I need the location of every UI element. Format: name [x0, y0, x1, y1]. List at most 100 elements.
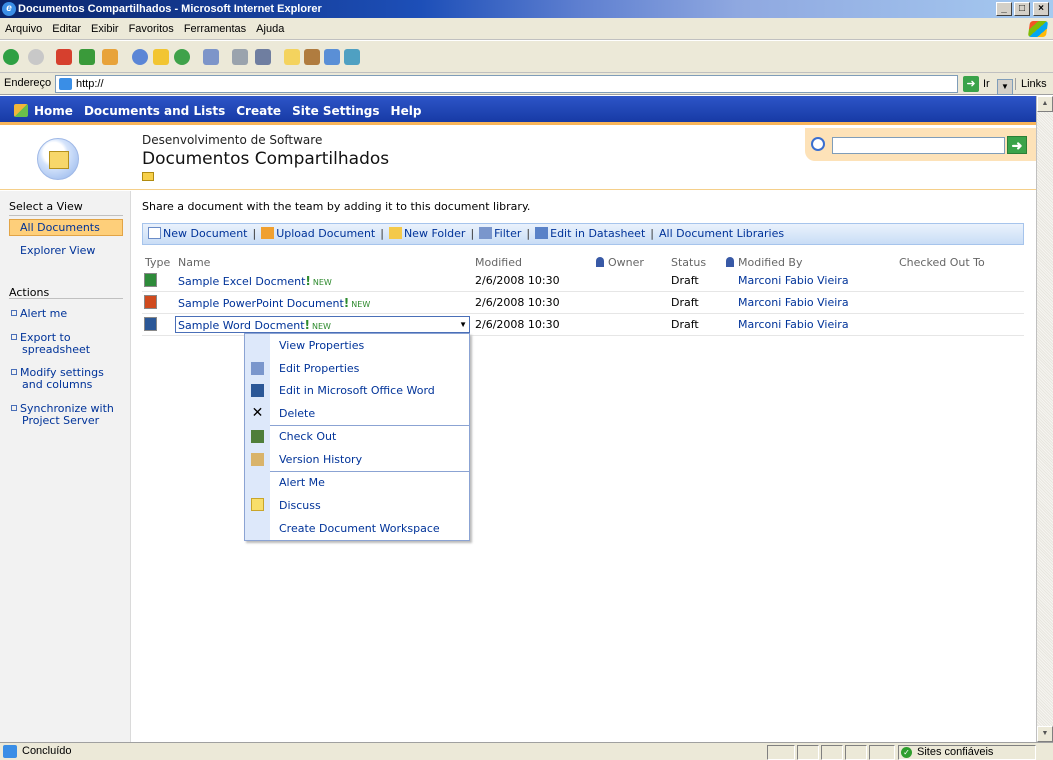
nav-home[interactable]: Home	[34, 104, 73, 118]
modified-by-link[interactable]: Marconi Fabio Vieira	[738, 296, 849, 309]
new-badge: NEW	[351, 300, 371, 309]
search-go-button[interactable]: ➜	[1007, 136, 1027, 154]
status-text: Concluído	[22, 745, 72, 757]
new-badge-icon: !	[343, 296, 350, 310]
menu-edit-in-word[interactable]: Edit in Microsoft Office Word	[279, 384, 435, 397]
column-type[interactable]: Type	[145, 256, 170, 269]
filter-label: Filter	[494, 227, 522, 240]
menu-favoritos[interactable]: Favoritos	[124, 18, 179, 40]
column-checked-out-to[interactable]: Checked Out To	[899, 256, 985, 269]
edit-icon[interactable]	[255, 49, 271, 65]
column-owner-label: Owner	[608, 256, 644, 269]
menu-check-out[interactable]: Check Out	[279, 430, 336, 443]
new-badge: NEW	[312, 278, 332, 287]
menu-view-properties[interactable]: View Properties	[279, 339, 364, 352]
column-status[interactable]: Status	[671, 256, 706, 269]
column-modified[interactable]: Modified	[475, 256, 522, 269]
site-logo-icon	[37, 138, 79, 180]
folder-icon[interactable]	[142, 172, 154, 181]
document-name-link[interactable]: Sample PowerPoint Document! NEW	[178, 296, 370, 310]
windows-logo-icon	[1027, 21, 1049, 37]
menu-ajuda[interactable]: Ajuda	[251, 18, 289, 40]
upload-icon	[261, 227, 275, 239]
status-value: Draft	[671, 274, 699, 287]
sharepoint-home-icon	[14, 104, 28, 117]
menu-create-document-workspace[interactable]: Create Document Workspace	[279, 522, 440, 535]
new-document-button[interactable]: New Document	[148, 227, 247, 240]
all-document-libraries-link[interactable]: All Document Libraries	[659, 227, 784, 240]
menu-delete[interactable]: Delete	[279, 407, 315, 420]
menu-discuss[interactable]: Discuss	[279, 499, 321, 512]
history-icon[interactable]	[174, 49, 190, 65]
document-name-link[interactable]: Sample Excel Docment! NEW	[178, 274, 332, 288]
menu-editar[interactable]: Editar	[47, 18, 86, 40]
security-zone[interactable]: ✓ Sites confiáveis	[898, 745, 1036, 760]
nav-site-settings[interactable]: Site Settings	[292, 104, 379, 118]
nav-documents-and-lists[interactable]: Documents and Lists	[84, 104, 225, 118]
scroll-down-icon[interactable]: ▼	[1037, 726, 1053, 742]
action-synchronize-project-server[interactable]: Synchronize with Project Server	[11, 403, 114, 427]
edit-in-datasheet-button[interactable]: Edit in Datasheet	[535, 227, 645, 240]
table-row[interactable]: Sample Excel Docment! NEW 2/6/2008 10:30 …	[142, 270, 1024, 292]
action-alert-me[interactable]: Alert me	[11, 308, 67, 320]
chevron-down-icon[interactable]: ▼	[459, 320, 467, 329]
page-done-icon	[3, 745, 17, 758]
modified-by-link[interactable]: Marconi Fabio Vieira	[738, 318, 849, 331]
menu-version-history[interactable]: Version History	[279, 453, 362, 466]
minimize-button[interactable]: _	[996, 2, 1012, 16]
stop-icon[interactable]	[56, 49, 72, 65]
table-row[interactable]: Sample PowerPoint Document! NEW 2/6/2008 …	[142, 292, 1024, 314]
menu-edit-properties[interactable]: Edit Properties	[279, 362, 359, 375]
nav-create[interactable]: Create	[236, 104, 281, 118]
filter-button[interactable]: Filter	[479, 227, 521, 240]
mail-icon[interactable]	[203, 49, 219, 65]
menu-exibir[interactable]: Exibir	[86, 18, 124, 40]
delete-icon: ✕	[251, 404, 264, 420]
vertical-scrollbar[interactable]: ▲ ▼	[1036, 96, 1053, 742]
home-icon[interactable]	[102, 49, 118, 65]
scroll-up-icon[interactable]: ▲	[1037, 96, 1053, 112]
refresh-icon[interactable]	[79, 49, 95, 65]
messenger-icon[interactable]	[324, 49, 340, 65]
window-title-bar[interactable]: e Documentos Compartilhados - Microsoft …	[0, 0, 1053, 18]
go-button[interactable]: Ir	[983, 78, 990, 90]
forward-icon[interactable]	[28, 49, 44, 65]
new-folder-button[interactable]: New Folder	[388, 227, 465, 240]
menu-ferramentas[interactable]: Ferramentas	[179, 18, 251, 40]
maximize-button[interactable]: □	[1014, 2, 1030, 16]
tools-icon[interactable]	[344, 49, 360, 65]
back-icon[interactable]	[3, 49, 19, 65]
favorites-icon[interactable]	[153, 49, 169, 65]
ie-icon: e	[2, 2, 16, 16]
item-dropdown-selection[interactable]: ▼	[175, 316, 470, 333]
status-value: Draft	[671, 318, 699, 331]
modified-by-link[interactable]: Marconi Fabio Vieira	[738, 274, 849, 287]
go-arrow-icon[interactable]: ➜	[963, 76, 979, 92]
discuss-icon[interactable]	[284, 49, 300, 65]
address-dropdown-icon[interactable]: ▼	[997, 79, 1013, 95]
action-export-to-spreadsheet[interactable]: Export to spreadsheet	[11, 332, 90, 356]
menu-arquivo[interactable]: Arquivo	[0, 18, 47, 40]
close-button[interactable]: ×	[1033, 2, 1049, 16]
check-out-icon	[251, 430, 264, 443]
site-name[interactable]: Desenvolvimento de Software	[142, 133, 322, 147]
address-input[interactable]: http:// ▼	[55, 75, 1013, 95]
print-icon[interactable]	[232, 49, 248, 65]
address-bar: Endereço http:// ▼ ➜ Ir Links	[0, 73, 1053, 95]
research-icon[interactable]	[304, 49, 320, 65]
view-explorer-view[interactable]: Explorer View	[20, 244, 95, 257]
column-modified-by-label: Modified By	[738, 256, 803, 269]
column-owner[interactable]: Owner	[596, 256, 644, 269]
action-modify-settings[interactable]: Modify settings and columns	[11, 367, 104, 391]
person-icon	[596, 257, 604, 267]
search-input[interactable]	[832, 137, 1005, 154]
upload-document-button[interactable]: Upload Document	[261, 227, 375, 240]
left-navigation: Select a View All Documents Explorer Vie…	[0, 191, 131, 742]
search-icon[interactable]	[132, 49, 148, 65]
menu-alert-me[interactable]: Alert Me	[279, 476, 325, 489]
nav-help[interactable]: Help	[391, 104, 422, 118]
column-modified-by[interactable]: Modified By	[726, 256, 803, 269]
column-name[interactable]: Name	[178, 256, 210, 269]
links-button[interactable]: Links	[1015, 78, 1047, 90]
view-all-documents[interactable]: All Documents	[9, 219, 123, 236]
